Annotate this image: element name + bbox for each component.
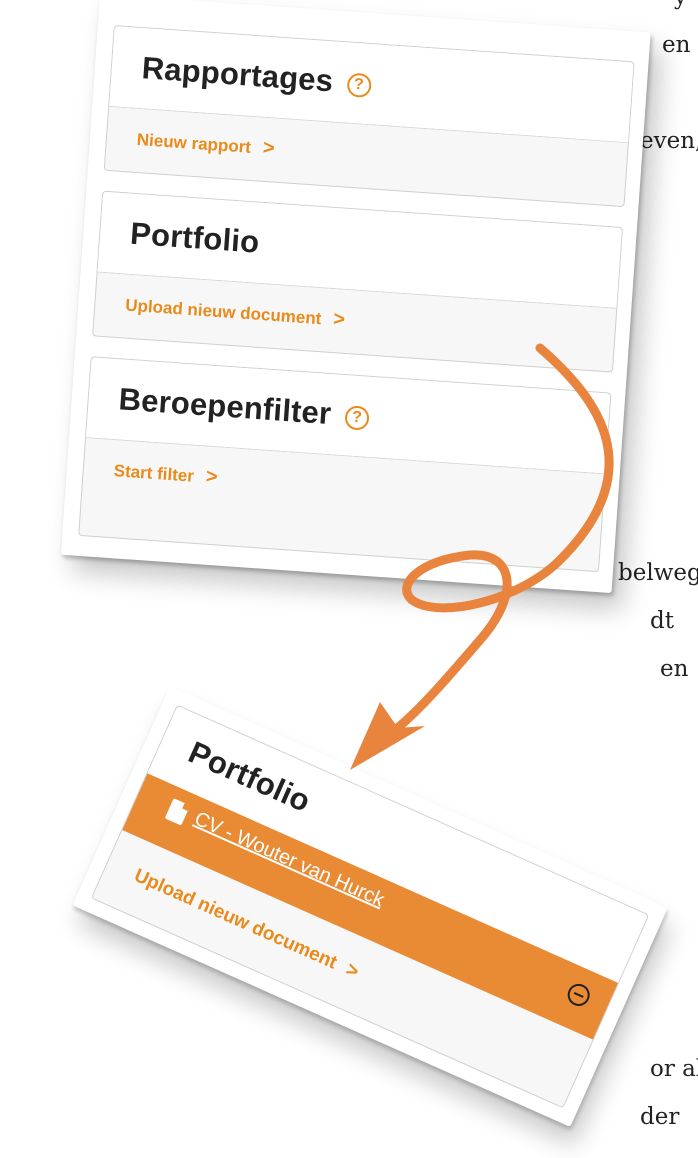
curly-arrow-icon (350, 343, 614, 770)
